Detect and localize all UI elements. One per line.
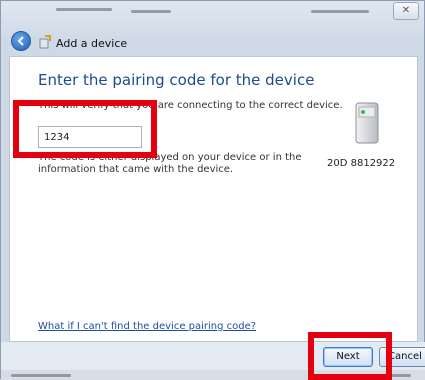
- blurred-address-part: [56, 8, 112, 11]
- wizard-icon: [39, 35, 51, 49]
- window-title: Add a device: [56, 37, 128, 50]
- add-device-window: ✕ Add a device Enter the pairing code fo…: [0, 0, 425, 380]
- device-icon: [355, 102, 379, 144]
- title-bar: ✕ Add a device: [1, 1, 425, 51]
- page-heading: Enter the pairing code for the device: [38, 71, 315, 89]
- help-link[interactable]: What if I can't find the device pairing …: [38, 321, 256, 332]
- close-icon: ✕: [401, 5, 411, 16]
- blurred-address-part: [131, 10, 171, 13]
- highlight-box-next: [308, 332, 392, 380]
- blurred-address-part: [311, 10, 369, 13]
- device-name: 20D 8812922: [327, 158, 396, 169]
- back-arrow-icon: [17, 36, 24, 46]
- highlight-box: [13, 100, 157, 158]
- blurred-text: [11, 374, 71, 377]
- close-button[interactable]: ✕: [393, 2, 419, 20]
- back-button[interactable]: [11, 31, 31, 51]
- content-panel: Enter the pairing code for the device Th…: [9, 56, 418, 342]
